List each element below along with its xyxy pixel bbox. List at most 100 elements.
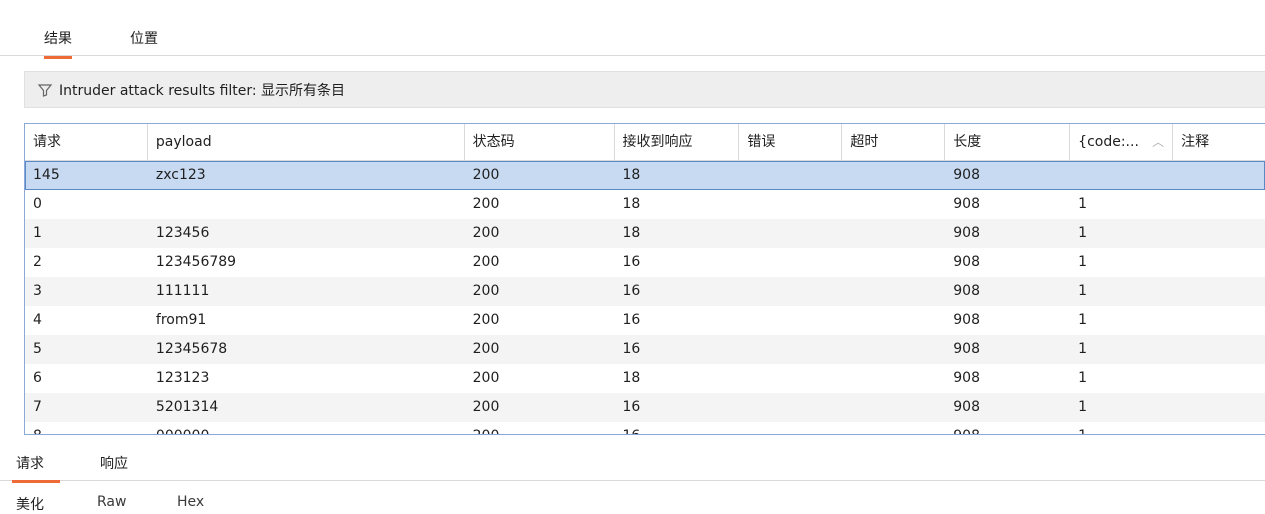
view-tab-hex[interactable]: Hex bbox=[177, 494, 204, 510]
cell-request: 8 bbox=[25, 422, 148, 434]
tab-response[interactable]: 响应 bbox=[100, 453, 128, 480]
cell-code bbox=[1070, 161, 1173, 190]
column-header-timeout[interactable]: 超时 bbox=[842, 124, 946, 161]
message-tab-bar: 请求 响应 bbox=[0, 444, 1265, 483]
cell-comment bbox=[1173, 219, 1265, 248]
cell-error bbox=[739, 190, 842, 219]
cell-response-received: 16 bbox=[622, 399, 641, 415]
cell-error bbox=[739, 364, 842, 393]
cell-status-code: 200 bbox=[472, 254, 500, 270]
column-header-code[interactable]: {code:... ︿ bbox=[1070, 124, 1174, 161]
cell-comment bbox=[1173, 335, 1265, 364]
cell-timeout bbox=[842, 364, 945, 393]
cell-timeout bbox=[842, 422, 945, 434]
results-filter-bar[interactable]: Intruder attack results filter: 显示所有条目 bbox=[24, 71, 1265, 108]
cell-length: 908 bbox=[953, 254, 980, 270]
cell-code: 1 bbox=[1078, 283, 1088, 299]
column-header-length[interactable]: 长度 bbox=[945, 124, 1071, 161]
table-row[interactable]: 5 12345678 200 16 908 1 bbox=[25, 335, 1265, 364]
cell-code: 1 bbox=[1078, 254, 1088, 270]
cell-comment bbox=[1173, 306, 1265, 335]
cell-timeout bbox=[842, 393, 945, 422]
cell-timeout bbox=[842, 190, 945, 219]
cell-payload: 5201314 bbox=[155, 399, 219, 415]
cell-status-code: 200 bbox=[472, 312, 500, 328]
cell-timeout bbox=[842, 161, 945, 190]
cell-response-received: 16 bbox=[622, 254, 641, 270]
cell-payload: 000000 bbox=[148, 422, 465, 434]
column-header-response-received[interactable]: 接收到响应 bbox=[615, 124, 740, 161]
cell-length: 908 bbox=[953, 312, 980, 328]
cell-error bbox=[739, 335, 842, 364]
results-table: 请求 payload 状态码 接收到响应 错误 超时 长度 {code:... … bbox=[24, 123, 1265, 435]
tab-request[interactable]: 请求 bbox=[12, 453, 60, 483]
cell-status-code: 200 bbox=[472, 167, 500, 183]
table-row[interactable]: 3 111111 200 16 908 1 bbox=[25, 277, 1265, 306]
view-tab-pretty[interactable]: 美化 bbox=[16, 494, 44, 514]
cell-response-received: 16 bbox=[622, 341, 641, 357]
table-row[interactable]: 7 5201314 200 16 908 1 bbox=[25, 393, 1265, 422]
table-row[interactable]: 800000020016 9081 bbox=[25, 422, 1265, 434]
column-header-request[interactable]: 请求 bbox=[25, 124, 148, 161]
column-header-status-code[interactable]: 状态码 bbox=[465, 124, 615, 161]
cell-length: 908 bbox=[953, 225, 980, 241]
table-row[interactable]: 1 123456 200 18 908 1 bbox=[25, 219, 1265, 248]
column-header-payload[interactable]: payload bbox=[148, 124, 465, 161]
cell-timeout bbox=[842, 277, 945, 306]
cell-comment bbox=[1173, 364, 1265, 393]
tab-positions[interactable]: 位置 bbox=[130, 28, 158, 56]
sort-ascending-icon: ︿ bbox=[1152, 135, 1165, 149]
cell-error bbox=[739, 393, 842, 422]
cell-length: 908 bbox=[953, 370, 980, 386]
cell-request: 0 bbox=[33, 196, 42, 212]
cell-payload bbox=[148, 190, 465, 219]
cell-length: 908 bbox=[953, 167, 980, 183]
cell-error bbox=[739, 219, 842, 248]
cell-comment bbox=[1173, 393, 1265, 422]
tab-results[interactable]: 结果 bbox=[44, 28, 72, 59]
cell-comment bbox=[1173, 277, 1265, 306]
cell-length: 908 bbox=[953, 283, 980, 299]
message-view-tabs: 美化 Raw Hex bbox=[0, 494, 1265, 514]
cell-comment bbox=[1173, 190, 1265, 219]
cell-status-code: 200 bbox=[465, 422, 615, 434]
table-row[interactable]: 0 200 18 908 1 bbox=[25, 190, 1265, 219]
cell-request: 1 bbox=[33, 225, 42, 241]
cell-code: 1 bbox=[1078, 341, 1088, 357]
cell-length: 908 bbox=[953, 196, 980, 212]
cell-timeout bbox=[842, 219, 945, 248]
cell-error bbox=[739, 161, 842, 190]
table-header: 请求 payload 状态码 接收到响应 错误 超时 长度 {code:... … bbox=[25, 124, 1265, 161]
cell-code: 1 bbox=[1078, 196, 1088, 212]
column-header-comment[interactable]: 注释 bbox=[1173, 124, 1265, 161]
cell-payload: 12345678 bbox=[155, 341, 228, 357]
cell-request: 145 bbox=[33, 167, 60, 183]
cell-code: 1 bbox=[1078, 225, 1088, 241]
cell-timeout bbox=[842, 248, 945, 277]
cell-payload: zxc123 bbox=[155, 167, 206, 183]
cell-comment bbox=[1173, 422, 1265, 434]
cell-error bbox=[739, 248, 842, 277]
cell-length: 908 bbox=[953, 399, 980, 415]
cell-response-received: 16 bbox=[615, 422, 740, 434]
cell-status-code: 200 bbox=[472, 283, 500, 299]
cell-payload: from91 bbox=[155, 312, 207, 328]
column-header-error[interactable]: 错误 bbox=[739, 124, 843, 161]
cell-payload: 123123 bbox=[155, 370, 210, 386]
cell-payload: 123456789 bbox=[155, 254, 237, 270]
cell-request: 5 bbox=[33, 341, 42, 357]
cell-error bbox=[739, 277, 842, 306]
table-row[interactable]: 4 from91 200 16 908 1 bbox=[25, 306, 1265, 335]
view-tab-raw[interactable]: Raw bbox=[97, 494, 126, 510]
cell-status-code: 200 bbox=[472, 196, 500, 212]
table-row[interactable]: 2 123456789 200 16 908 1 bbox=[25, 248, 1265, 277]
cell-comment bbox=[1173, 248, 1265, 277]
cell-status-code: 200 bbox=[472, 225, 500, 241]
table-row[interactable]: 145 zxc123 200 18 908 bbox=[25, 161, 1265, 190]
cell-request: 7 bbox=[33, 399, 42, 415]
table-row[interactable]: 6 123123 200 18 908 1 bbox=[25, 364, 1265, 393]
cell-request: 2 bbox=[33, 254, 42, 270]
cell-timeout bbox=[842, 306, 945, 335]
cell-error bbox=[739, 306, 842, 335]
cell-code: 1 bbox=[1078, 399, 1088, 415]
